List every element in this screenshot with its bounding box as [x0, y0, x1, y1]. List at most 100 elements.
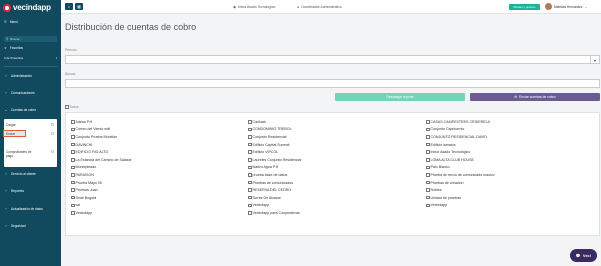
checkbox[interactable]	[71, 211, 75, 215]
community-option[interactable]: CONDOMINIO TREBOL	[248, 126, 301, 134]
checkbox[interactable]	[71, 188, 75, 192]
community-option[interactable]: LOMA ALTA CLUB HOUSE	[426, 156, 495, 164]
community-option[interactable]: Adesa P.H	[71, 118, 132, 126]
community-option[interactable]: Pruebas Juan	[71, 186, 132, 194]
app-logo[interactable]: vecindapp	[3, 3, 51, 12]
community-option[interactable]: RESERVA DEL CEDRO	[248, 186, 301, 194]
community-option[interactable]: EDIFICIO RIO ALTO	[71, 148, 132, 156]
checkbox[interactable]	[426, 173, 430, 177]
checkbox[interactable]	[248, 211, 252, 215]
checkbox[interactable]	[248, 135, 252, 139]
coordinator-link[interactable]: ● Coordinador Administrativo	[297, 5, 342, 9]
grid-button[interactable]: ▦	[75, 3, 83, 10]
community-option[interactable]: Edificio lamaica	[426, 141, 495, 149]
checkbox[interactable]	[71, 180, 75, 185]
checkbox[interactable]	[71, 158, 75, 162]
checkbox[interactable]	[426, 142, 430, 147]
menu-toggle[interactable]: ☰ Menú	[4, 20, 18, 24]
checkbox[interactable]	[426, 195, 430, 200]
inbox-link[interactable]: ◉ Inbox Asado Tecnológico	[233, 5, 275, 9]
checkbox[interactable]	[248, 142, 252, 147]
sidebar-item-servicio[interactable]: › Servicio al cliente	[4, 172, 35, 176]
checkbox[interactable]	[426, 127, 430, 132]
community-option[interactable]: DAVINCHI	[71, 141, 132, 149]
checkbox[interactable]	[71, 173, 75, 177]
sidebar-search-input[interactable]: ⚲ Buscar...	[4, 36, 57, 42]
community-option[interactable]: Nativo Agua P.H	[248, 164, 301, 172]
checkbox[interactable]	[248, 188, 252, 192]
buscar-input[interactable]	[65, 79, 600, 88]
home-button[interactable]: ⌂	[65, 3, 73, 10]
community-option[interactable]: sai	[71, 202, 132, 210]
community-option[interactable]: Pruebas de comunicados	[248, 179, 301, 187]
checkbox[interactable]	[71, 142, 75, 147]
sidebar-item-seguridad[interactable]: › Seguridad	[4, 224, 25, 228]
checkbox[interactable]	[248, 127, 252, 132]
community-option[interactable]: Robles	[426, 186, 495, 194]
checkbox[interactable]	[248, 165, 252, 170]
select-all[interactable]: Todos	[65, 105, 79, 109]
submenu-item-enviar[interactable]: Enviar	[3, 130, 26, 137]
checkbox[interactable]	[426, 188, 430, 192]
plans-button[interactable]: Planes y precios	[509, 4, 540, 10]
periodo-select[interactable]: ▾	[65, 55, 600, 64]
community-option[interactable]: Conjunto Capricornio	[426, 126, 495, 134]
checkbox[interactable]	[248, 173, 252, 177]
checkbox[interactable]	[248, 203, 252, 208]
chat-button[interactable]: 💬 Vec!	[570, 249, 597, 262]
community-option[interactable]: CONJUNTO RESIDENCIAL DAVID	[426, 133, 495, 141]
community-option[interactable]: Conjunto Residencial	[248, 133, 301, 141]
checkbox[interactable]	[426, 150, 430, 154]
checkbox[interactable]	[65, 105, 69, 109]
community-option[interactable]: Edificio Capital Summit	[248, 141, 301, 149]
favorites-toggle[interactable]: ★ Favoritos	[4, 46, 23, 50]
community-option[interactable]: Prueba Mayo 05	[71, 179, 132, 187]
checkbox[interactable]	[426, 203, 430, 208]
community-option[interactable]: Prueba de envío de comunicado masivo	[426, 171, 495, 179]
favorite-toggle-icon[interactable]	[51, 123, 54, 126]
checkbox[interactable]	[71, 165, 75, 170]
community-option[interactable]: Palo Blanco	[426, 164, 495, 172]
checkbox[interactable]	[426, 165, 430, 170]
send-accounts-button[interactable]: ✉ Enviar cuentas de cobro	[470, 93, 600, 101]
download-report-button[interactable]: Descargar reporte	[335, 93, 465, 101]
community-option[interactable]: La Estancia del Camino de Salazar	[71, 156, 132, 164]
community-option[interactable]: Conjunto Prueba Modelón	[71, 133, 132, 141]
checkbox[interactable]	[248, 150, 252, 154]
community-option[interactable]: Sede Bogotá	[71, 194, 132, 202]
community-option[interactable]: Vecindapp	[426, 202, 495, 210]
trash-icon[interactable]: ▪	[56, 56, 57, 60]
checkbox[interactable]	[426, 158, 430, 162]
community-option[interactable]: Correo del Viento edit	[71, 126, 132, 134]
checkbox[interactable]	[426, 120, 430, 124]
community-option[interactable]: Vecindapp	[248, 202, 301, 210]
checkbox[interactable]	[71, 135, 75, 139]
sidebar-item-actualizacion[interactable]: › Actualización de datos	[4, 207, 43, 211]
community-option[interactable]: Unidad de pruebas	[426, 194, 495, 202]
community-option[interactable]: Vecindapp para Cooperativas	[248, 209, 301, 217]
checkbox[interactable]	[71, 195, 75, 200]
community-option[interactable]: Vecindapp	[71, 209, 132, 217]
checkbox[interactable]	[426, 180, 430, 185]
sidebar-item-administracion[interactable]: › Administración	[4, 74, 32, 78]
community-option[interactable]: prueba base de datos	[248, 171, 301, 179]
checkbox[interactable]	[248, 195, 252, 200]
community-option[interactable]: Inbox Asado Tecnológico	[426, 148, 495, 156]
checkbox[interactable]	[71, 127, 75, 132]
checkbox[interactable]	[426, 135, 430, 139]
sidebar-item-reportes[interactable]: › Reportes	[4, 189, 24, 193]
favorite-toggle-icon[interactable]	[51, 132, 54, 135]
checkbox[interactable]	[71, 120, 75, 124]
community-option[interactable]: Laureles Conjunto Residencial	[248, 156, 301, 164]
chevron-down-icon[interactable]: ▾	[590, 56, 599, 64]
checkbox[interactable]	[71, 203, 75, 208]
sidebar-item-comunicaciones[interactable]: › Comunicaciones	[4, 91, 34, 95]
user-menu[interactable]: Matthias Hernandez ⌄	[545, 3, 587, 10]
sidebar-item-cuentas-de-cobro[interactable]: ⌄ Cuentas de cobro	[4, 108, 37, 112]
community-option[interactable]: Torres De Alcazar	[248, 194, 301, 202]
checkbox[interactable]	[248, 180, 252, 185]
submenu-item-comprobantes[interactable]: Comprobantes de pago	[6, 150, 36, 158]
community-option[interactable]: PARAISON	[71, 171, 132, 179]
community-option[interactable]: Pruebas de creación	[426, 179, 495, 187]
checkbox[interactable]	[248, 158, 252, 162]
